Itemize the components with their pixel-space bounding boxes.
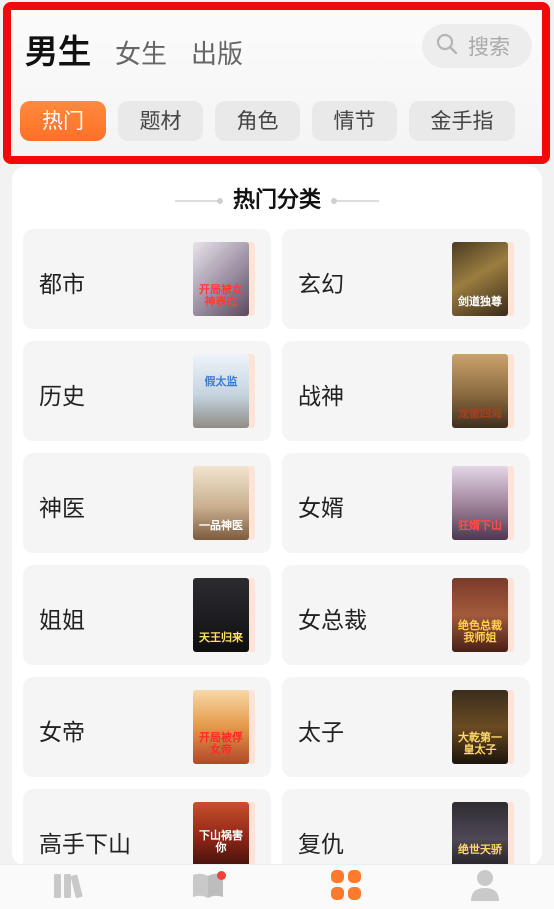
category-card[interactable]: 玄幻 剑道独尊 [282,229,530,329]
cover-title: 绝色总裁我师姐 [458,619,502,644]
category-label: 复仇 [298,832,344,858]
category-label: 都市 [39,272,85,298]
category-label: 高手下山 [39,832,131,858]
category-card[interactable]: 女总裁 绝色总裁我师姐 [282,565,530,665]
category-icon [329,868,363,906]
cover-title: 一品神医 [199,519,243,532]
cover-title: 剑道独尊 [458,295,502,308]
cover-title: 下山祸害你 [199,829,243,854]
section-title: 热门分类 [12,182,542,214]
chip-hot[interactable]: 热门 [20,101,106,141]
cover-title: 大乾第一皇太子 [458,731,502,756]
section-title-text: 热门分类 [232,188,321,213]
cover-title: 假太监 [204,375,238,388]
tab-female[interactable]: 女生 [115,38,167,72]
tab-male[interactable]: 男生 [25,32,91,72]
category-label: 女婿 [298,496,344,522]
book-cover: 一品神医 [193,466,249,540]
category-panel: 热门分类 都市 开局被女神表白 玄幻 剑道独尊 历史 假太监 战神 龙傲四海 神… [12,166,542,889]
book-cover: 绝色总裁我师姐 [452,578,508,652]
cover-title: 天王归来 [199,631,243,644]
category-card[interactable]: 神医 一品神医 [23,453,271,553]
book-cover: 开局被俘女帝 [193,690,249,764]
category-card[interactable]: 战神 龙傲四海 [282,341,530,441]
cover-title: 开局被女神表白 [199,283,243,308]
chip-cheat[interactable]: 金手指 [409,101,515,141]
chip-plot[interactable]: 情节 [312,101,397,141]
title-decoration-left [174,198,223,204]
category-label: 女总裁 [298,608,367,634]
bookshelf-icon [51,870,87,904]
category-card[interactable]: 历史 假太监 [23,341,271,441]
search-icon [436,33,468,60]
search-placeholder: 搜索 [468,35,510,59]
gender-tabs: 男生 女生 出版 [25,32,267,72]
category-card[interactable]: 太子 大乾第一皇太子 [282,677,530,777]
profile-icon [469,868,501,906]
book-cover: 开局被女神表白 [193,242,249,316]
nav-reading[interactable] [178,867,238,907]
filter-chips: 热门 题材 角色 情节 金手指 [20,101,527,141]
category-card[interactable]: 姐姐 天王归来 [23,565,271,665]
category-label: 战神 [298,384,344,410]
nav-profile[interactable] [455,867,515,907]
nav-category[interactable] [316,867,376,907]
chip-role[interactable]: 角色 [215,101,300,141]
cover-title: 龙傲四海 [458,407,502,420]
book-cover: 剑道独尊 [452,242,508,316]
category-label: 姐姐 [39,608,85,634]
category-card[interactable]: 都市 开局被女神表白 [23,229,271,329]
category-label: 女帝 [39,720,85,746]
book-cover: 大乾第一皇太子 [452,690,508,764]
category-label: 历史 [39,384,85,410]
cover-title: 绝世天骄 [458,843,502,856]
nav-bookshelf[interactable] [39,867,99,907]
app-root: 男生 女生 出版 搜索 热门 题材 角色 情节 金手指 热门分类 都市 开局被女… [0,0,554,909]
cover-title: 开局被俘女帝 [199,731,243,756]
bottom-nav [0,864,554,909]
book-cover: 龙傲四海 [452,354,508,428]
category-label: 太子 [298,720,344,746]
header-highlight: 男生 女生 出版 搜索 热门 题材 角色 情节 金手指 [3,2,550,164]
book-cover: 假太监 [193,354,249,428]
category-label: 神医 [39,496,85,522]
book-cover: 狂婿下山 [452,466,508,540]
tab-publish[interactable]: 出版 [191,38,243,72]
category-card[interactable]: 女帝 开局被俘女帝 [23,677,271,777]
category-label: 玄幻 [298,272,344,298]
notification-dot [216,871,226,880]
category-card[interactable]: 女婿 狂婿下山 [282,453,530,553]
chip-theme[interactable]: 题材 [118,101,203,141]
cover-title: 狂婿下山 [458,519,502,532]
book-cover: 天王归来 [193,578,249,652]
search-box[interactable]: 搜索 [422,24,532,68]
title-decoration-right [331,198,379,204]
